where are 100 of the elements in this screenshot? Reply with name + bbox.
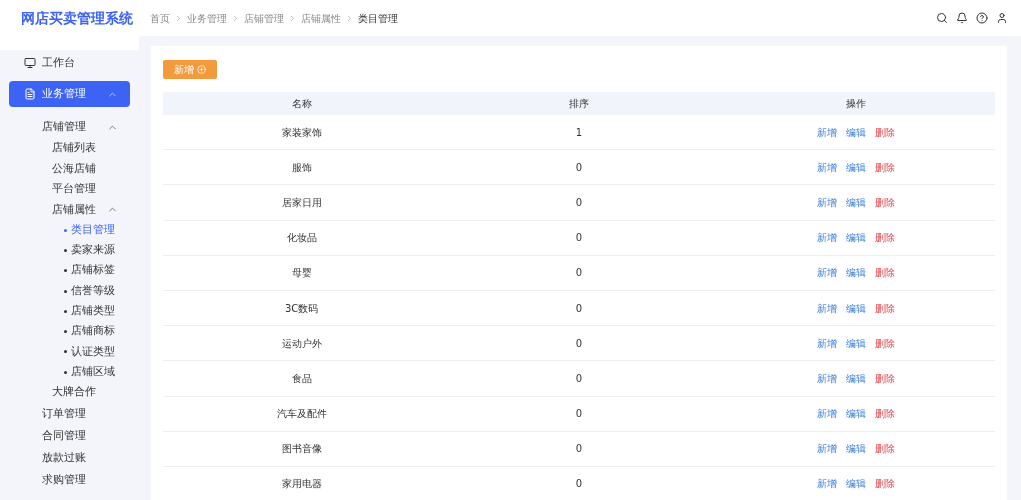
table-cell-text: 家装家饰 [281,125,322,140]
table-cell-text: 居家日用 [281,195,322,210]
bullet-icon [64,289,67,293]
sidebar-item[interactable]: 卖家来源 [9,240,130,261]
action-link[interactable]: 新增 [817,230,838,246]
table-cell-text: 服饰 [291,160,312,175]
sidebar-item[interactable]: 业务管理 [9,81,130,107]
user-icon[interactable] [996,12,1008,24]
column-header: 操作 [846,97,867,111]
sidebar-item[interactable]: 大牌合作 [9,382,130,403]
table-cell-text: 3C数码 [285,301,319,316]
action-link[interactable]: 删除 [875,300,896,316]
action-link[interactable]: 编辑 [846,406,867,422]
table-cell-text: 化妆品 [286,231,317,246]
bullet-icon [64,248,67,252]
bullet-icon [64,228,67,232]
action-link[interactable]: 编辑 [846,370,867,386]
action-link[interactable]: 新增 [817,159,838,175]
sidebar-item[interactable]: 平台管理 [9,179,130,200]
sidebar-item[interactable]: 店铺属性 [9,199,130,220]
table-cell-text: 0 [575,160,583,175]
action-link[interactable]: 删除 [875,335,896,351]
sidebar-item[interactable]: 工作台 [9,50,130,76]
table-cell-text: 0 [575,301,583,316]
table-cell-text: 母婴 [291,266,312,281]
table-cell-text: 食品 [291,371,312,386]
sidebar-item[interactable]: 合同管理 [9,424,130,447]
table-cell-text: 0 [575,371,583,386]
breadcrumb-item[interactable]: 首页 [150,10,170,26]
table-cell-text: 0 [575,231,583,246]
search-icon[interactable] [936,12,948,24]
action-link[interactable]: 删除 [875,476,896,492]
bell-icon[interactable] [956,12,968,24]
action-link[interactable]: 删除 [875,159,896,175]
action-link[interactable]: 删除 [875,194,896,210]
sidebar-item[interactable]: 公海店铺 [9,158,130,179]
table-cell-text: 0 [575,407,583,422]
action-link[interactable]: 新增 [817,335,838,351]
action-link[interactable]: 删除 [875,265,896,281]
sidebar-item[interactable]: 求购管理 [9,468,130,491]
chevron-icon [288,13,297,23]
column-header: 排序 [569,97,589,111]
action-link[interactable]: 新增 [817,300,838,316]
action-link[interactable]: 编辑 [846,124,867,140]
action-link[interactable]: 新增 [817,124,838,140]
action-link[interactable]: 新增 [817,265,838,281]
action-link[interactable]: 删除 [875,230,896,246]
table-cell-text: 图书音像 [281,442,322,457]
table-cell-text: 0 [575,336,583,351]
chevron-icon [231,13,240,23]
action-link[interactable]: 编辑 [846,194,867,210]
sidebar-item[interactable]: 店铺标签 [9,260,130,281]
table-cell-text: 0 [575,442,583,457]
action-link[interactable]: 编辑 [846,159,867,175]
document-icon [24,88,36,100]
sidebar-item[interactable]: 订单管理 [9,402,130,425]
sidebar-item[interactable]: 店铺区域 [9,362,130,383]
action-link[interactable]: 编辑 [846,441,867,457]
plus-circle-icon [197,65,206,74]
sidebar-item[interactable]: 认证类型 [9,341,130,363]
action-link[interactable]: 编辑 [846,265,867,281]
table-cell-text: 1 [575,125,583,140]
breadcrumb-item[interactable]: 店铺属性 [301,10,341,26]
bullet-icon [64,309,67,313]
table-cell-text: 0 [575,195,583,210]
action-link[interactable]: 编辑 [846,300,867,316]
chevron-icon [174,13,183,23]
action-link[interactable]: 编辑 [846,476,867,492]
monitor-icon [24,57,36,69]
breadcrumb-item[interactable]: 店铺管理 [244,10,284,26]
action-link[interactable]: 删除 [875,441,896,457]
sidebar-item[interactable]: 类目管理 [9,220,130,241]
action-link[interactable]: 新增 [817,370,838,386]
table-cell-text: 0 [575,477,583,492]
sidebar-item[interactable]: 店铺商标 [9,321,130,342]
sidebar-item[interactable]: 店铺类型 [9,301,130,322]
action-link[interactable]: 新增 [817,476,838,492]
help-icon[interactable] [976,12,988,24]
chevron-icon [345,13,354,23]
breadcrumb-item[interactable]: 业务管理 [187,10,227,26]
app-title: 网店买卖管理系统 [20,8,134,28]
table-cell-text: 汽车及配件 [276,407,327,422]
sidebar-item[interactable]: 信誉等级 [9,280,130,302]
bullet-icon [64,350,67,354]
action-link[interactable]: 删除 [875,124,896,140]
action-link[interactable]: 新增 [817,194,838,210]
action-link[interactable]: 新增 [817,406,838,422]
table-cell-text: 运动户外 [281,336,322,351]
sidebar-item[interactable]: 放款过账 [9,446,130,469]
sidebar-item[interactable]: 店铺列表 [9,138,130,159]
action-link[interactable]: 编辑 [846,230,867,246]
table-cell-text: 家用电器 [281,477,322,492]
action-link[interactable]: 删除 [875,370,896,386]
sidebar-item[interactable]: 店铺管理 [9,116,130,138]
action-link[interactable]: 新增 [817,441,838,457]
action-link[interactable]: 编辑 [846,335,867,351]
breadcrumb-item: 类目管理 [358,11,398,26]
action-link[interactable]: 删除 [875,406,896,422]
table-cell-text: 0 [575,266,583,281]
bullet-icon [64,330,67,334]
